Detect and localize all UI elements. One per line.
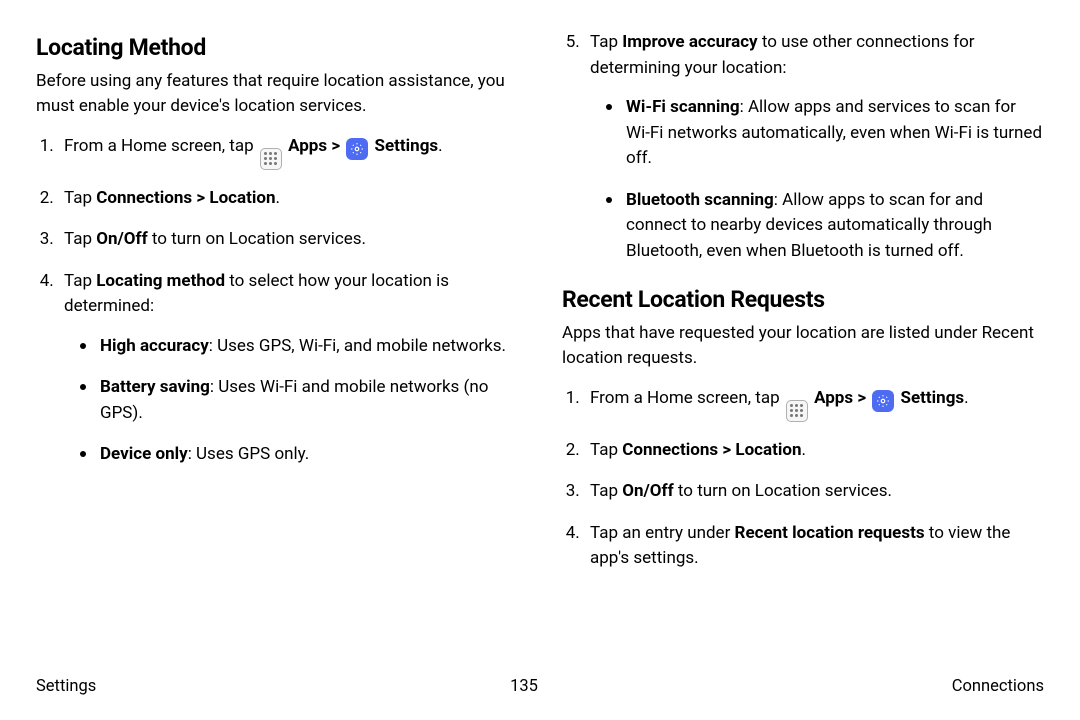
- apps-label: Apps: [814, 388, 853, 408]
- apps-label: Apps: [288, 136, 327, 156]
- heading-recent-location: Recent Location Requests: [562, 286, 1044, 313]
- sub-list-scanning: Wi-Fi scanning: Allow apps and services …: [590, 95, 1044, 264]
- settings-gear-icon: [346, 138, 368, 160]
- heading-locating-method: Locating Method: [36, 34, 518, 61]
- steps-locating-method: From a Home screen, tap Apps > Settings.…: [36, 134, 518, 468]
- settings-label: Settings: [901, 388, 965, 408]
- list-item: Device only: Uses GPS only.: [72, 442, 518, 468]
- left-column: Locating Method Before using any feature…: [36, 30, 518, 640]
- chevron-right-icon: >: [331, 136, 340, 156]
- list-item: From a Home screen, tap Apps > Settings.: [58, 134, 518, 170]
- chevron-right-icon: >: [857, 388, 866, 408]
- footer-page-number: 135: [510, 677, 538, 696]
- list-item: Bluetooth scanning: Allow apps to scan f…: [598, 188, 1044, 265]
- list-item: High accuracy: Uses GPS, Wi-Fi, and mobi…: [72, 334, 518, 360]
- footer-left: Settings: [36, 677, 96, 696]
- settings-label: Settings: [375, 136, 439, 156]
- list-item: Tap Improve accuracy to use other connec…: [584, 30, 1044, 264]
- right-column: Tap Improve accuracy to use other connec…: [562, 30, 1044, 640]
- footer: Settings 135 Connections: [36, 677, 1044, 696]
- list-item: Tap On/Off to turn on Location services.: [584, 479, 1044, 505]
- apps-icon: [260, 148, 282, 170]
- intro-locating-method: Before using any features that require l…: [36, 69, 518, 118]
- steps-recent-location: From a Home screen, tap Apps > Settings.…: [562, 386, 1044, 572]
- list-item: Tap Locating method to select how your l…: [58, 269, 518, 468]
- list-item: Tap an entry under Recent location reque…: [584, 521, 1044, 572]
- intro-recent-location: Apps that have requested your location a…: [562, 321, 1044, 370]
- settings-gear-icon: [872, 390, 894, 412]
- list-item: Wi-Fi scanning: Allow apps and services …: [598, 95, 1044, 172]
- list-item: Tap Connections > Location.: [58, 186, 518, 212]
- apps-icon: [786, 400, 808, 422]
- footer-right: Connections: [952, 677, 1044, 696]
- sub-list-methods: High accuracy: Uses GPS, Wi-Fi, and mobi…: [64, 334, 518, 468]
- steps-continued: Tap Improve accuracy to use other connec…: [562, 30, 1044, 264]
- list-item: Tap On/Off to turn on Location services.: [58, 227, 518, 253]
- list-item: From a Home screen, tap Apps > Settings.: [584, 386, 1044, 422]
- list-item: Battery saving: Uses Wi-Fi and mobile ne…: [72, 375, 518, 426]
- list-item: Tap Connections > Location.: [584, 438, 1044, 464]
